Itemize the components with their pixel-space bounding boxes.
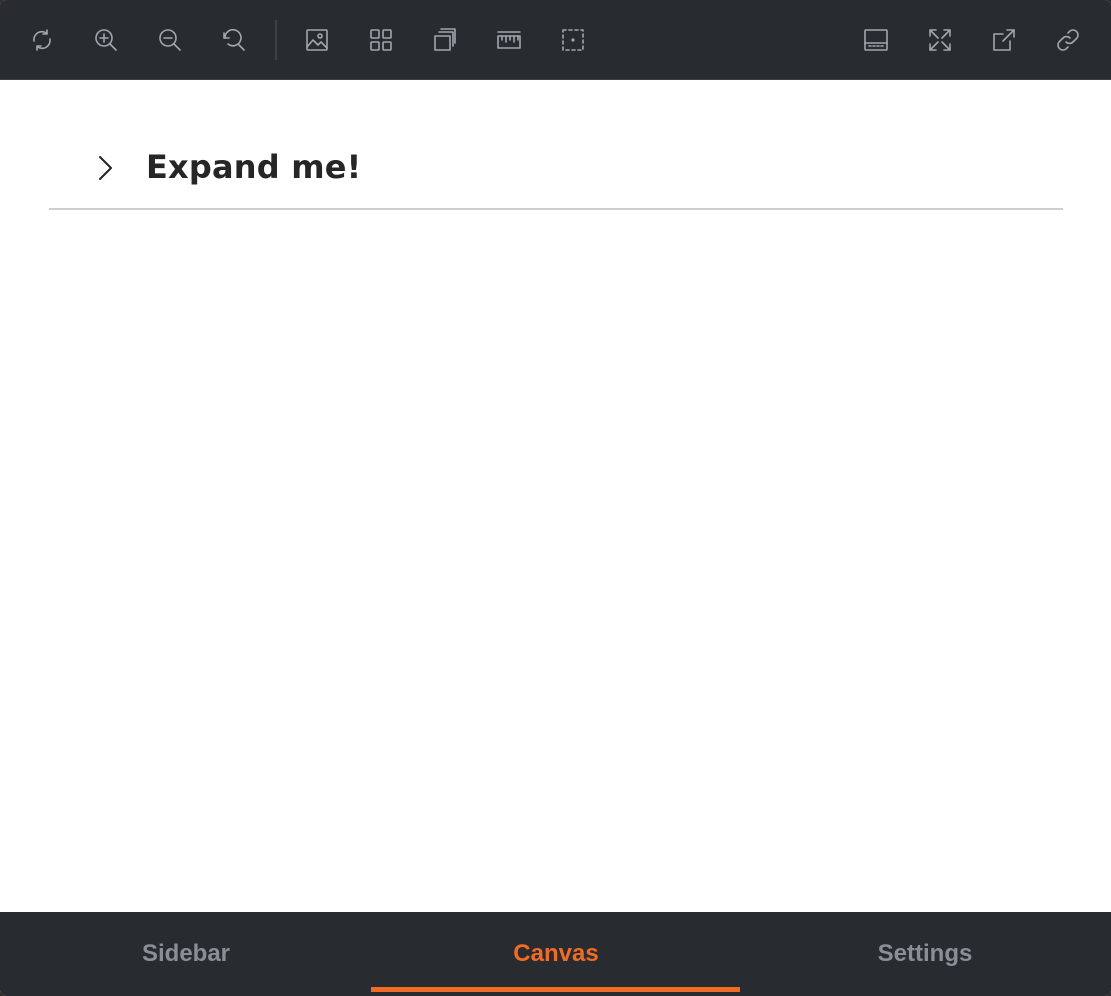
canvas-area: Expand me! [1,80,1109,912]
selection-button[interactable] [553,20,593,60]
chevron-right-icon [93,154,117,182]
refresh-icon [33,29,51,51]
bottom-tab-bar: Sidebar Canvas Settings [0,912,1111,996]
refresh-button[interactable] [22,20,62,60]
zoom-out-button[interactable] [150,20,190,60]
image-icon [306,29,328,51]
grid-button[interactable] [361,20,401,60]
app-window: Expand me! Sidebar Canvas Settings [0,0,1111,996]
tab-sidebar[interactable]: Sidebar [1,912,371,996]
fullscreen-button[interactable] [920,20,960,60]
image-button[interactable] [297,20,337,60]
top-toolbar [0,0,1111,80]
reset-zoom-icon [223,28,245,51]
panel-bottom-button[interactable] [856,20,896,60]
link-icon [1057,29,1079,51]
open-external-icon [993,29,1015,51]
zoom-in-button[interactable] [86,20,126,60]
panel-bottom-icon [864,29,888,51]
layers-button[interactable] [425,20,465,60]
ruler-button[interactable] [489,20,529,60]
selection-icon [562,29,584,51]
zoom-in-icon [95,29,117,51]
reset-zoom-button[interactable] [214,20,254,60]
zoom-out-icon [159,29,181,51]
tab-settings[interactable]: Settings [740,912,1110,996]
active-tab-indicator [371,987,740,992]
link-button[interactable] [1048,20,1088,60]
ruler-icon [497,31,521,49]
toolbar-divider [275,20,277,60]
layers-icon [434,28,456,51]
grid-icon [370,29,392,51]
collapsible-header[interactable]: Expand me! [49,138,1063,210]
tab-canvas[interactable]: Canvas [371,912,741,996]
fullscreen-icon [929,29,951,51]
collapsible-title: Expand me! [146,148,362,186]
open-external-button[interactable] [984,20,1024,60]
